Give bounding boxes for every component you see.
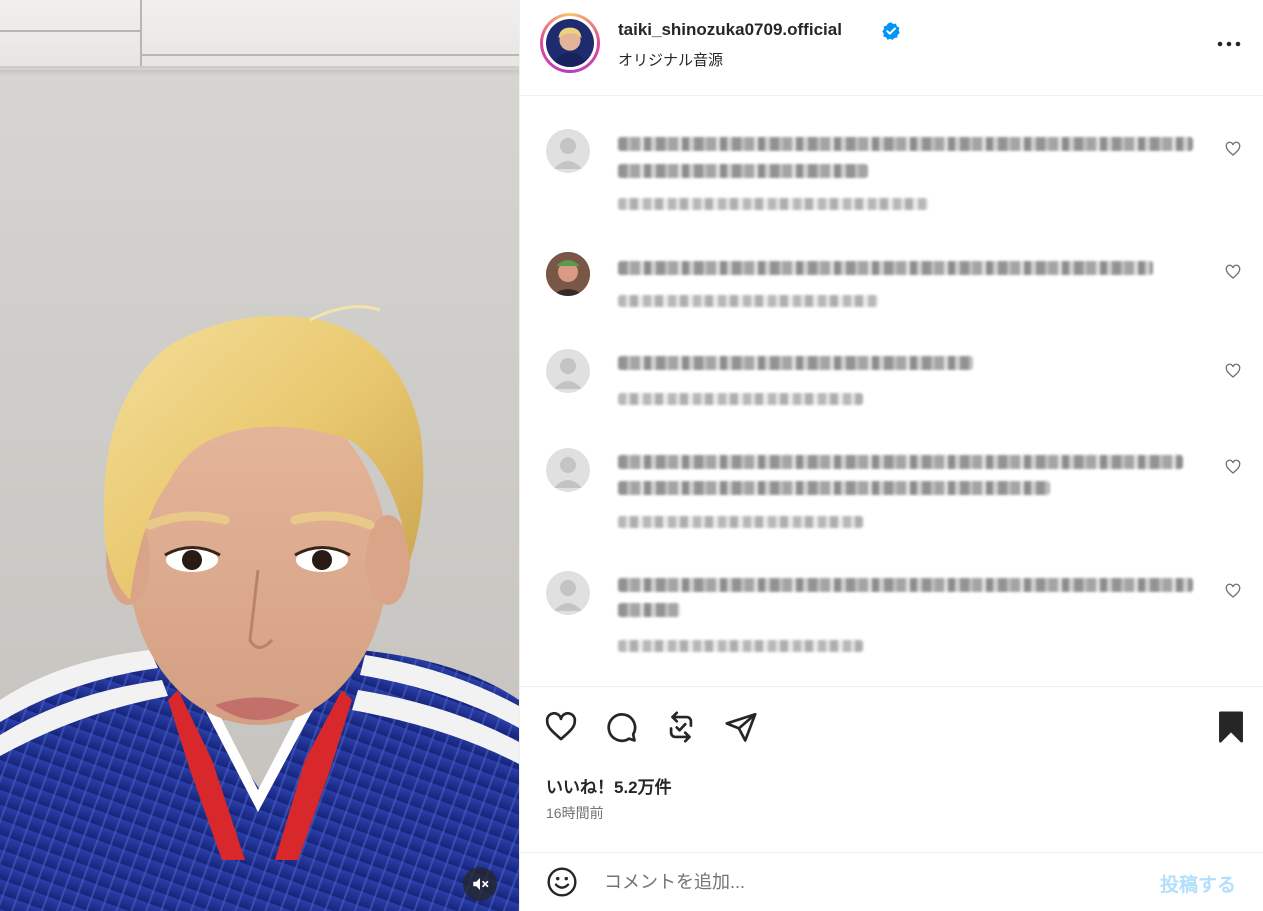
- heart-icon[interactable]: [544, 710, 578, 744]
- comment-text-blurred: [618, 356, 973, 370]
- comment-text-blurred: [618, 164, 868, 178]
- username-link[interactable]: taiki_shinozuka0709.official: [618, 20, 842, 40]
- post-media[interactable]: [0, 0, 519, 911]
- comment-text-blurred: [618, 481, 1050, 495]
- comment-text-blurred: [618, 455, 1183, 469]
- verified-icon: [882, 22, 900, 40]
- bookmark-icon[interactable]: [1214, 710, 1248, 744]
- post-comment-button[interactable]: 投稿する: [1160, 870, 1236, 897]
- share-icon[interactable]: [724, 710, 758, 744]
- mute-button[interactable]: [463, 867, 497, 901]
- audio-link[interactable]: オリジナル音源: [618, 49, 723, 70]
- comment-avatar[interactable]: [546, 129, 590, 173]
- comment-meta-blurred: [618, 516, 863, 528]
- likes-count[interactable]: いいね！5.2万件: [546, 773, 672, 798]
- comment-text-blurred: [618, 578, 1193, 592]
- comment-text-blurred: [618, 261, 1153, 275]
- comments-list[interactable]: [520, 97, 1263, 685]
- person-illustration: [0, 305, 519, 911]
- comment-like-icon[interactable]: [1225, 583, 1241, 599]
- add-comment-bar: 投稿する: [520, 852, 1263, 911]
- post-timestamp[interactable]: 16時間前: [546, 803, 604, 823]
- emoji-icon[interactable]: [546, 866, 578, 898]
- comment-like-icon[interactable]: [1225, 141, 1241, 157]
- comment-avatar[interactable]: [546, 571, 590, 615]
- comment-input[interactable]: [604, 867, 1144, 897]
- comment-like-icon[interactable]: [1225, 264, 1241, 280]
- comment-avatar[interactable]: [546, 448, 590, 492]
- comment-like-icon[interactable]: [1225, 459, 1241, 475]
- mute-icon: [473, 878, 489, 890]
- comment-like-icon[interactable]: [1225, 363, 1241, 379]
- comment-icon[interactable]: [604, 710, 638, 744]
- avatar-image: [546, 19, 594, 67]
- comment-meta-blurred: [618, 295, 878, 307]
- comment-meta-blurred: [618, 198, 928, 210]
- post-header: taiki_shinozuka0709.official オリジナル音源: [520, 0, 1263, 96]
- repost-icon[interactable]: [664, 710, 698, 744]
- avatar[interactable]: [540, 13, 600, 73]
- comment-text-blurred: [618, 603, 680, 617]
- comment-avatar[interactable]: [546, 252, 590, 296]
- post-side-panel: taiki_shinozuka0709.official オリジナル音源 いいね…: [519, 0, 1263, 911]
- more-icon[interactable]: [1214, 34, 1244, 54]
- comment-meta-blurred: [618, 393, 863, 405]
- comment-avatar[interactable]: [546, 349, 590, 393]
- comment-meta-blurred: [618, 640, 863, 652]
- comment-text-blurred: [618, 137, 1193, 151]
